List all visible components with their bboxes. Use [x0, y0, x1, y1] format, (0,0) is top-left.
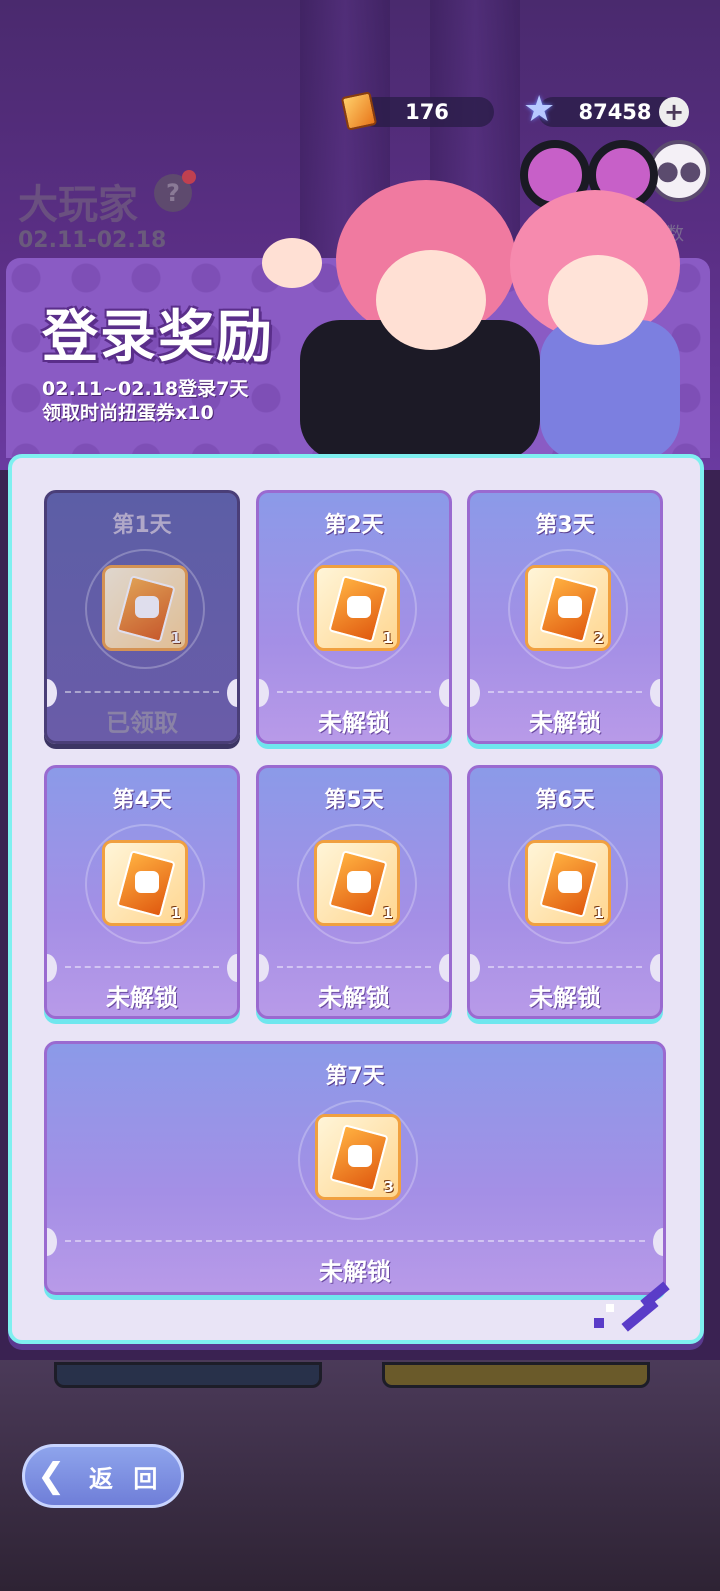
claim-status: 未解锁 — [318, 709, 390, 737]
background-button — [382, 1362, 650, 1388]
day-card-2[interactable]: 第2天 1 未解锁 — [256, 490, 452, 744]
character-face — [548, 255, 648, 345]
star-gem-icon: ★ — [523, 89, 556, 130]
card-divider — [488, 691, 642, 693]
shirt-icon — [135, 871, 159, 893]
background-event-date: 02.11-02.18 — [18, 228, 167, 253]
notification-dot — [182, 170, 196, 184]
reward-quantity: 1 — [170, 629, 181, 647]
shirt-icon — [348, 1145, 372, 1167]
day-card-1[interactable]: 第1天 1 已领取 — [44, 490, 240, 744]
card-divider — [65, 1240, 645, 1242]
shirt-icon — [558, 871, 582, 893]
reward-item: 2 — [525, 565, 611, 651]
shirt-icon — [558, 596, 582, 618]
background-event-title: 大玩家 — [18, 182, 138, 228]
card-divider — [277, 691, 431, 693]
reward-item: 1 — [314, 565, 400, 651]
shirt-icon — [347, 871, 371, 893]
banner-title: 登录奖励 — [42, 305, 274, 370]
reward-quantity: 1 — [170, 904, 181, 922]
ticket-counter: 176 — [360, 97, 494, 127]
reward-item: 1 — [314, 840, 400, 926]
back-arrow-icon: ❮ — [37, 1456, 66, 1496]
day-card-3[interactable]: 第3天 2 未解锁 — [467, 490, 663, 744]
claim-status: 未解锁 — [319, 1258, 391, 1286]
reward-quantity: 1 — [593, 904, 604, 922]
day-card-5[interactable]: 第5天 1 未解锁 — [256, 765, 452, 1019]
card-divider — [488, 966, 642, 968]
day-label: 第2天 — [324, 513, 384, 538]
reward-item: 1 — [525, 840, 611, 926]
reward-item: 1 — [102, 565, 188, 651]
card-divider — [65, 691, 219, 693]
claim-status: 已领取 — [106, 709, 178, 737]
day-label: 第1天 — [112, 513, 172, 538]
shirt-icon — [347, 596, 371, 618]
character-hand — [262, 238, 322, 288]
day-card-4[interactable]: 第4天 1 未解锁 — [44, 765, 240, 1019]
reward-item: 1 — [102, 840, 188, 926]
back-button[interactable]: ❮ 返 回 — [22, 1444, 184, 1508]
pixel-sparkle-decor — [606, 1304, 614, 1312]
chat-bubble-icon: ●● — [656, 156, 702, 186]
reward-quantity: 2 — [593, 629, 604, 647]
claim-status: 未解锁 — [529, 984, 601, 1012]
day-label: 第3天 — [535, 513, 595, 538]
gem-counter: 87458 — [538, 97, 678, 127]
day-card-7[interactable]: 第7天 3 未解锁 — [44, 1041, 666, 1295]
claim-status: 未解锁 — [106, 984, 178, 1012]
background-button — [54, 1362, 322, 1388]
card-divider — [277, 966, 431, 968]
character-face — [376, 250, 486, 350]
card-divider — [65, 966, 219, 968]
reward-quantity: 1 — [382, 629, 393, 647]
banner-description-line1: 02.11~02.18登录7天 — [42, 378, 249, 400]
day-label: 第6天 — [535, 788, 595, 813]
gem-count: 87458 — [578, 100, 652, 124]
shirt-icon — [135, 596, 159, 618]
claim-status: 未解锁 — [529, 709, 601, 737]
reward-item: 3 — [315, 1114, 401, 1200]
day-label: 第4天 — [112, 788, 172, 813]
back-button-label: 返 回 — [89, 1464, 164, 1493]
reward-quantity: 1 — [382, 904, 393, 922]
day-card-6[interactable]: 第6天 1 未解锁 — [467, 765, 663, 1019]
day-label: 第7天 — [325, 1064, 385, 1089]
add-gems-button[interactable]: + — [659, 97, 689, 127]
day-label: 第5天 — [324, 788, 384, 813]
ticket-count: 176 — [405, 100, 449, 124]
pixel-sparkle-decor — [594, 1318, 604, 1328]
claim-status: 未解锁 — [318, 984, 390, 1012]
reward-quantity: 3 — [383, 1178, 394, 1196]
banner-description-line2: 领取时尚扭蛋券x10 — [42, 402, 214, 424]
